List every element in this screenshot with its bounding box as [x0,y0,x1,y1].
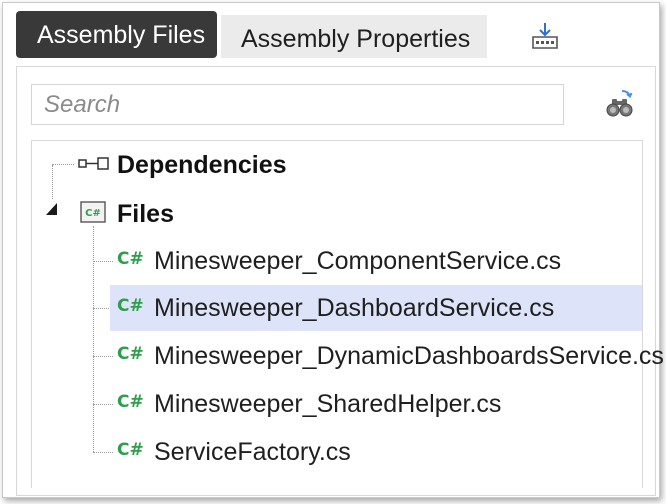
tree-file-item-selected[interactable]: C# Minesweeper_DashboardService.cs [110,285,642,331]
search-box [31,84,564,125]
tree-connector [93,226,94,452]
tab-assembly-files[interactable]: Assembly Files [16,11,217,58]
download-button[interactable] [530,21,560,51]
dependencies-icon [78,157,109,170]
search-input[interactable] [32,85,563,124]
dependencies-label: Dependencies [117,151,287,179]
file-name: Minesweeper_DashboardService.cs [154,294,555,322]
csharp-file-icon: C# [117,392,144,412]
tab-assembly-properties-label: Assembly Properties [241,25,471,53]
file-name: Minesweeper_DynamicDashboardsService.cs [154,342,664,370]
tree-connector [52,164,74,165]
tree-node-dependencies[interactable]: Dependencies [72,142,372,188]
tree-node-files[interactable]: C# Files [72,190,272,236]
tab-assembly-files-label: Assembly Files [37,21,206,49]
tree-connector [52,165,53,199]
files-label: Files [117,200,174,228]
csharp-file-icon: C# [117,344,144,364]
tree-file-item[interactable]: C# Minesweeper_ComponentService.cs [110,238,640,284]
csharp-folder-icon: C# [80,201,106,223]
binoculars-icon [606,90,633,117]
svg-text:C#: C# [85,208,101,219]
csharp-file-icon: C# [117,249,144,269]
file-name: Minesweeper_ComponentService.cs [154,247,562,275]
tree-file-item[interactable]: C# Minesweeper_DynamicDashboardsService.… [110,333,664,379]
tree-file-item[interactable]: C# Minesweeper_SharedHelper.cs [110,381,640,427]
file-name: Minesweeper_SharedHelper.cs [154,390,502,418]
csharp-file-icon: C# [117,296,144,316]
file-name: ServiceFactory.cs [154,438,351,466]
tree-file-item[interactable]: C# ServiceFactory.cs [110,429,640,475]
collapse-arrow-icon[interactable] [45,202,59,216]
csharp-file-icon: C# [117,440,144,460]
download-icon [532,23,558,49]
tab-assembly-properties[interactable]: Assembly Properties [221,15,487,58]
find-button[interactable] [604,88,636,120]
